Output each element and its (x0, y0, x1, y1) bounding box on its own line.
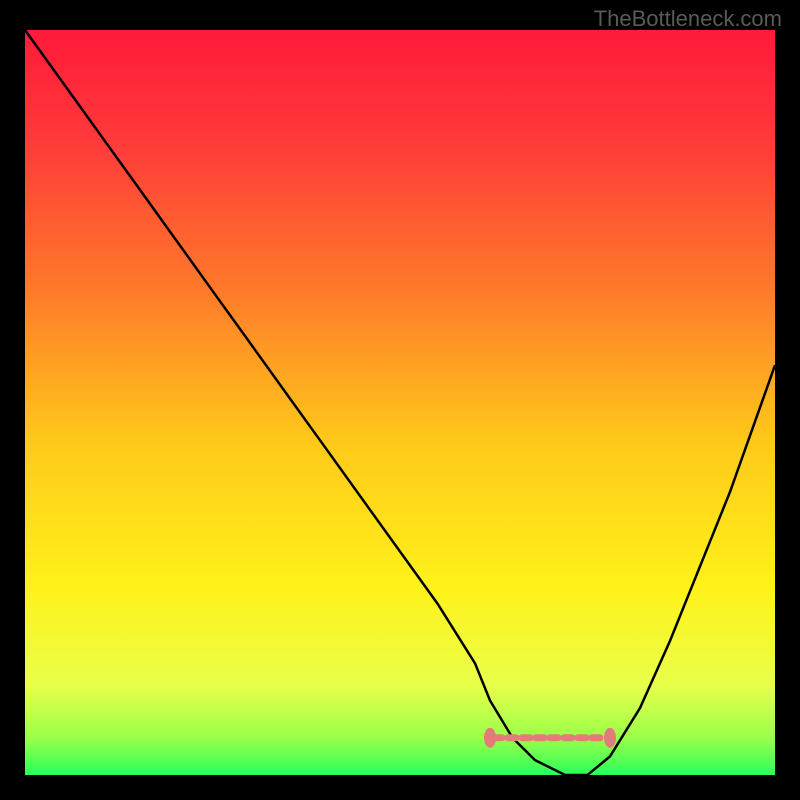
bottleneck-chart (0, 0, 800, 800)
plot-background (25, 30, 775, 775)
chart-container: TheBottleneck.com (0, 0, 800, 800)
watermark-text: TheBottleneck.com (594, 6, 782, 32)
